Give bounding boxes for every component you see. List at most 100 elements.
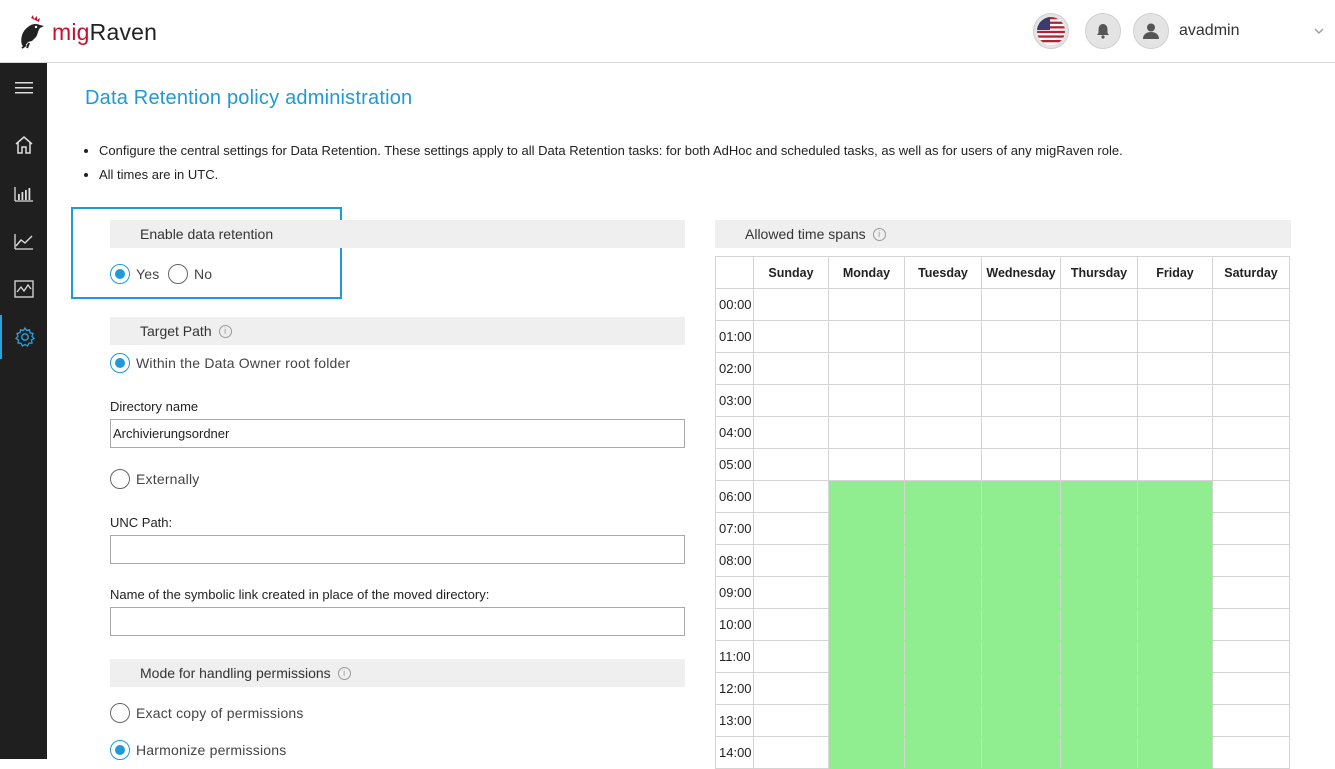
- time-slot-cell[interactable]: [904, 320, 982, 353]
- time-slot-cell[interactable]: [1060, 608, 1138, 641]
- time-slot-cell[interactable]: [1212, 448, 1290, 481]
- time-slot-cell[interactable]: [753, 512, 829, 545]
- time-slot-cell[interactable]: [1212, 352, 1290, 385]
- day-header[interactable]: Tuesday: [904, 256, 982, 289]
- time-slot-cell[interactable]: [753, 640, 829, 673]
- symlink-name-input[interactable]: [110, 607, 685, 636]
- time-slot-cell[interactable]: [753, 544, 829, 577]
- time-slot-cell[interactable]: [1060, 672, 1138, 705]
- time-slot-cell[interactable]: [981, 704, 1061, 737]
- time-slot-cell[interactable]: [753, 352, 829, 385]
- time-slot-cell[interactable]: [753, 448, 829, 481]
- time-slot-cell[interactable]: [981, 576, 1061, 609]
- time-slot-cell[interactable]: [828, 416, 905, 449]
- time-slot-cell[interactable]: [753, 416, 829, 449]
- time-slot-cell[interactable]: [1137, 576, 1213, 609]
- target-external-option[interactable]: Externally: [110, 469, 199, 489]
- time-slot-cell[interactable]: [1060, 576, 1138, 609]
- time-slot-cell[interactable]: [1212, 608, 1290, 641]
- time-slot-cell[interactable]: [981, 736, 1061, 769]
- time-slot-cell[interactable]: [1212, 736, 1290, 769]
- sidebar-item-reports[interactable]: [0, 171, 47, 215]
- info-icon[interactable]: i: [337, 666, 351, 680]
- time-slot-cell[interactable]: [1060, 640, 1138, 673]
- enable-yes-radio[interactable]: [110, 264, 130, 284]
- time-slot-cell[interactable]: [1212, 576, 1290, 609]
- time-slot-cell[interactable]: [904, 640, 982, 673]
- time-slot-cell[interactable]: [981, 352, 1061, 385]
- enable-no-option[interactable]: No: [168, 264, 212, 284]
- time-slot-cell[interactable]: [828, 480, 905, 513]
- time-slot-cell[interactable]: [981, 384, 1061, 417]
- perm-harmonize-option[interactable]: Harmonize permissions: [110, 740, 286, 760]
- time-slot-cell[interactable]: [1212, 640, 1290, 673]
- time-slot-cell[interactable]: [904, 480, 982, 513]
- time-slot-cell[interactable]: [828, 672, 905, 705]
- time-slot-cell[interactable]: [1137, 640, 1213, 673]
- time-slot-cell[interactable]: [1212, 704, 1290, 737]
- time-slot-cell[interactable]: [1212, 512, 1290, 545]
- day-header[interactable]: Saturday: [1212, 256, 1290, 289]
- time-slot-cell[interactable]: [828, 320, 905, 353]
- time-slot-cell[interactable]: [904, 704, 982, 737]
- day-header[interactable]: Thursday: [1060, 256, 1138, 289]
- time-slot-cell[interactable]: [904, 384, 982, 417]
- perm-exact-radio[interactable]: [110, 703, 130, 723]
- time-slot-cell[interactable]: [904, 448, 982, 481]
- time-slot-cell[interactable]: [981, 288, 1061, 321]
- target-external-radio[interactable]: [110, 469, 130, 489]
- time-slot-cell[interactable]: [1060, 512, 1138, 545]
- time-slot-cell[interactable]: [1060, 448, 1138, 481]
- time-slot-cell[interactable]: [1137, 544, 1213, 577]
- time-slot-cell[interactable]: [753, 384, 829, 417]
- time-slot-cell[interactable]: [1060, 352, 1138, 385]
- time-slot-cell[interactable]: [1137, 352, 1213, 385]
- time-slot-cell[interactable]: [1060, 416, 1138, 449]
- time-slot-cell[interactable]: [828, 640, 905, 673]
- time-slot-cell[interactable]: [1060, 288, 1138, 321]
- language-flag-button[interactable]: [1033, 13, 1069, 49]
- time-slot-cell[interactable]: [828, 384, 905, 417]
- username-label[interactable]: avadmin: [1179, 22, 1239, 40]
- perm-harmonize-radio[interactable]: [110, 740, 130, 760]
- time-slot-cell[interactable]: [828, 352, 905, 385]
- unc-path-input[interactable]: [110, 535, 685, 564]
- time-slot-cell[interactable]: [753, 288, 829, 321]
- time-slot-cell[interactable]: [904, 288, 982, 321]
- enable-no-radio[interactable]: [168, 264, 188, 284]
- time-slot-cell[interactable]: [1212, 480, 1290, 513]
- sidebar-item-analytics[interactable]: [0, 219, 47, 263]
- time-slot-cell[interactable]: [753, 480, 829, 513]
- time-slot-cell[interactable]: [981, 544, 1061, 577]
- time-slot-cell[interactable]: [753, 608, 829, 641]
- time-slot-cell[interactable]: [904, 672, 982, 705]
- time-slot-cell[interactable]: [981, 608, 1061, 641]
- time-slot-cell[interactable]: [753, 672, 829, 705]
- time-slot-cell[interactable]: [981, 448, 1061, 481]
- time-slot-cell[interactable]: [981, 512, 1061, 545]
- time-slot-cell[interactable]: [1137, 416, 1213, 449]
- time-slot-cell[interactable]: [828, 288, 905, 321]
- perm-exact-option[interactable]: Exact copy of permissions: [110, 703, 304, 723]
- time-slot-cell[interactable]: [981, 640, 1061, 673]
- time-slot-cell[interactable]: [1060, 320, 1138, 353]
- time-slot-cell[interactable]: [828, 512, 905, 545]
- time-slot-cell[interactable]: [1212, 672, 1290, 705]
- time-slot-cell[interactable]: [828, 544, 905, 577]
- time-slot-cell[interactable]: [828, 448, 905, 481]
- time-slot-cell[interactable]: [1137, 512, 1213, 545]
- time-slot-cell[interactable]: [1137, 384, 1213, 417]
- time-slot-cell[interactable]: [1212, 384, 1290, 417]
- enable-yes-option[interactable]: Yes: [110, 264, 159, 284]
- time-slot-cell[interactable]: [1212, 320, 1290, 353]
- info-icon[interactable]: i: [218, 324, 232, 338]
- time-slot-cell[interactable]: [904, 416, 982, 449]
- day-header[interactable]: Friday: [1137, 256, 1213, 289]
- time-slot-cell[interactable]: [1137, 320, 1213, 353]
- app-logo[interactable]: migRaven: [14, 14, 157, 50]
- time-slot-cell[interactable]: [1137, 480, 1213, 513]
- target-within-option[interactable]: Within the Data Owner root folder: [110, 353, 350, 373]
- time-slot-cell[interactable]: [828, 576, 905, 609]
- day-header[interactable]: Sunday: [753, 256, 829, 289]
- time-slot-cell[interactable]: [1137, 448, 1213, 481]
